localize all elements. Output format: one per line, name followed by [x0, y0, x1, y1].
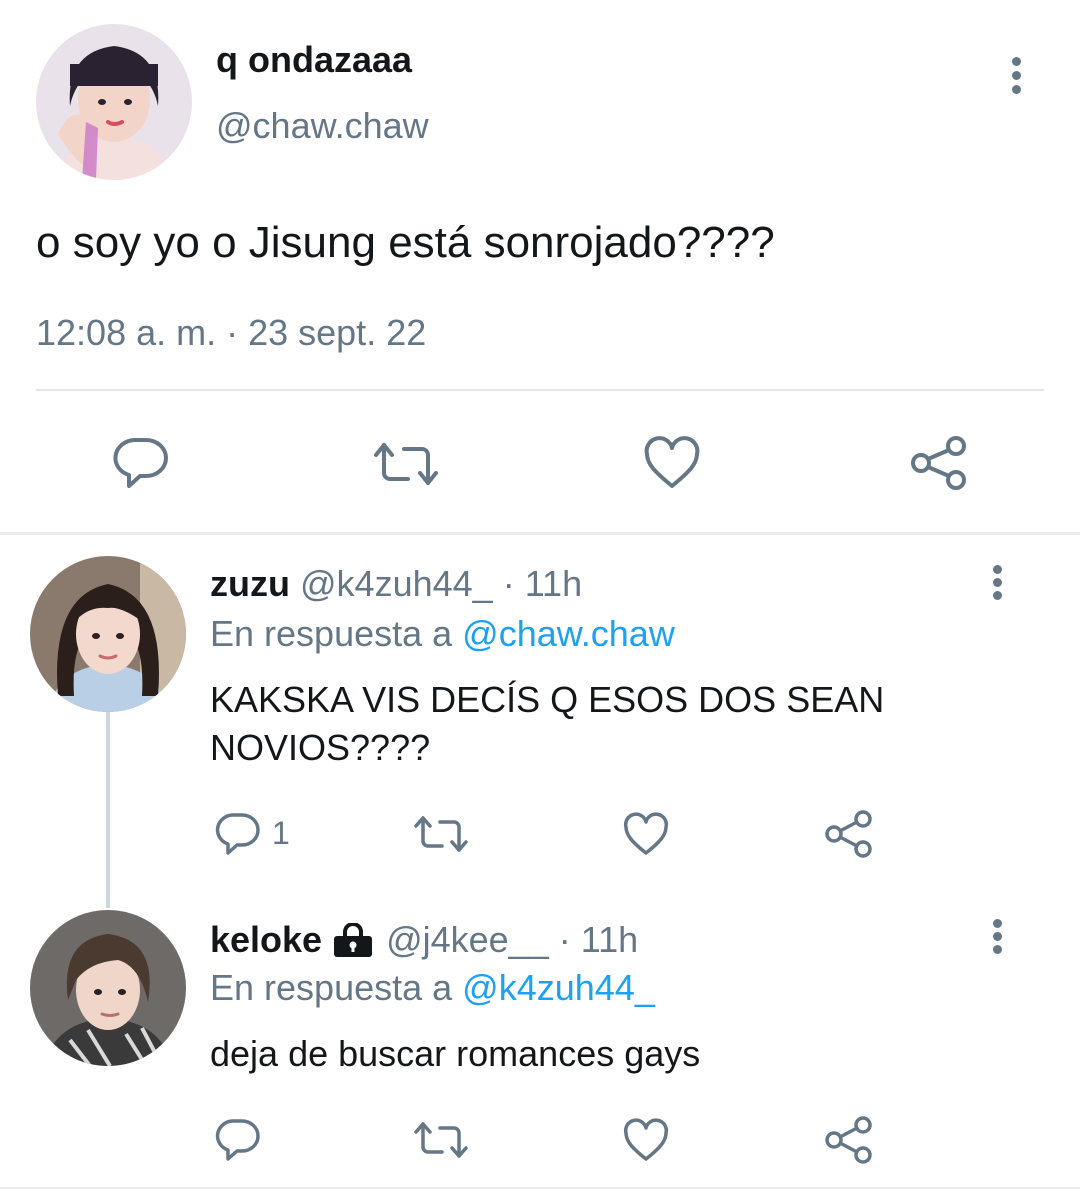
thread-line — [106, 712, 110, 908]
reply-2-text: deja de buscar romances gays — [210, 1033, 701, 1074]
reply-2-header: keloke @j4kee__ · 11h — [210, 918, 638, 962]
avatar-reply-2[interactable] — [30, 910, 186, 1066]
like-icon[interactable] — [643, 436, 701, 490]
main-display-name[interactable]: q ondazaaa — [216, 38, 412, 82]
reply-1-text-line: NOVIOS???? — [210, 727, 431, 768]
reply-2-prefix: En respuesta a — [210, 967, 453, 1008]
reply-2-retweet-icon[interactable] — [412, 1120, 470, 1160]
reply-2-reply-icon[interactable] — [214, 1117, 260, 1163]
bottom-divider — [0, 1187, 1080, 1189]
lock-icon — [332, 923, 374, 957]
reply-2-time[interactable]: · 11h — [559, 918, 638, 962]
reply-2-more-icon[interactable] — [993, 919, 1003, 954]
reply-2-handle[interactable]: @j4kee__ — [386, 918, 549, 962]
share-icon[interactable] — [910, 435, 968, 491]
reply-1-header: zuzu @k4zuh44_ · 11h — [210, 562, 582, 606]
reply-1-mention-link[interactable]: @chaw.chaw — [462, 613, 675, 654]
reply-1-text: KAKSKA VIS DECÍS Q ESOS DOS SEAN NOVIOS?… — [210, 676, 884, 772]
reply-1-context: En respuesta a @chaw.chaw — [210, 612, 675, 656]
reply-1-like-icon[interactable] — [622, 812, 670, 856]
reply-2-share-icon[interactable] — [825, 1116, 873, 1164]
main-tweet-text: o soy yo o Jisung está sonrojado???? — [36, 218, 775, 267]
reply-1-handle[interactable]: @k4zuh44_ — [300, 563, 493, 604]
main-timestamp[interactable]: 12:08 a. m. · 23 sept. 22 — [36, 310, 426, 356]
reply-2-like-icon[interactable] — [622, 1118, 670, 1162]
main-more-icon[interactable] — [1012, 57, 1022, 94]
reply-1-share-icon[interactable] — [825, 810, 873, 858]
reply-2-context: En respuesta a @k4zuh44_ — [210, 966, 655, 1010]
retweet-icon[interactable] — [372, 441, 440, 487]
main-handle[interactable]: @chaw.chaw — [216, 104, 429, 148]
reply-1-display-name[interactable]: zuzu — [210, 563, 290, 604]
reply-1-more-icon[interactable] — [993, 565, 1003, 600]
reply-1-time[interactable]: · 11h — [503, 563, 582, 604]
avatar-main[interactable] — [36, 24, 192, 180]
reply-2-display-name[interactable]: keloke — [210, 918, 322, 962]
reply-1-reply-count: 1 — [272, 815, 290, 851]
reply-2-mention-link[interactable]: @k4zuh44_ — [462, 967, 655, 1008]
reply-1-prefix: En respuesta a — [210, 613, 453, 654]
reply-icon[interactable] — [112, 436, 168, 490]
section-divider — [0, 532, 1080, 535]
reply-1-text-line: KAKSKA VIS DECÍS Q ESOS DOS SEAN — [210, 679, 885, 720]
reply-1-retweet-icon[interactable] — [412, 814, 470, 854]
avatar-reply-1[interactable] — [30, 556, 186, 712]
divider — [36, 389, 1044, 391]
reply-1-reply-icon[interactable] — [214, 811, 260, 857]
